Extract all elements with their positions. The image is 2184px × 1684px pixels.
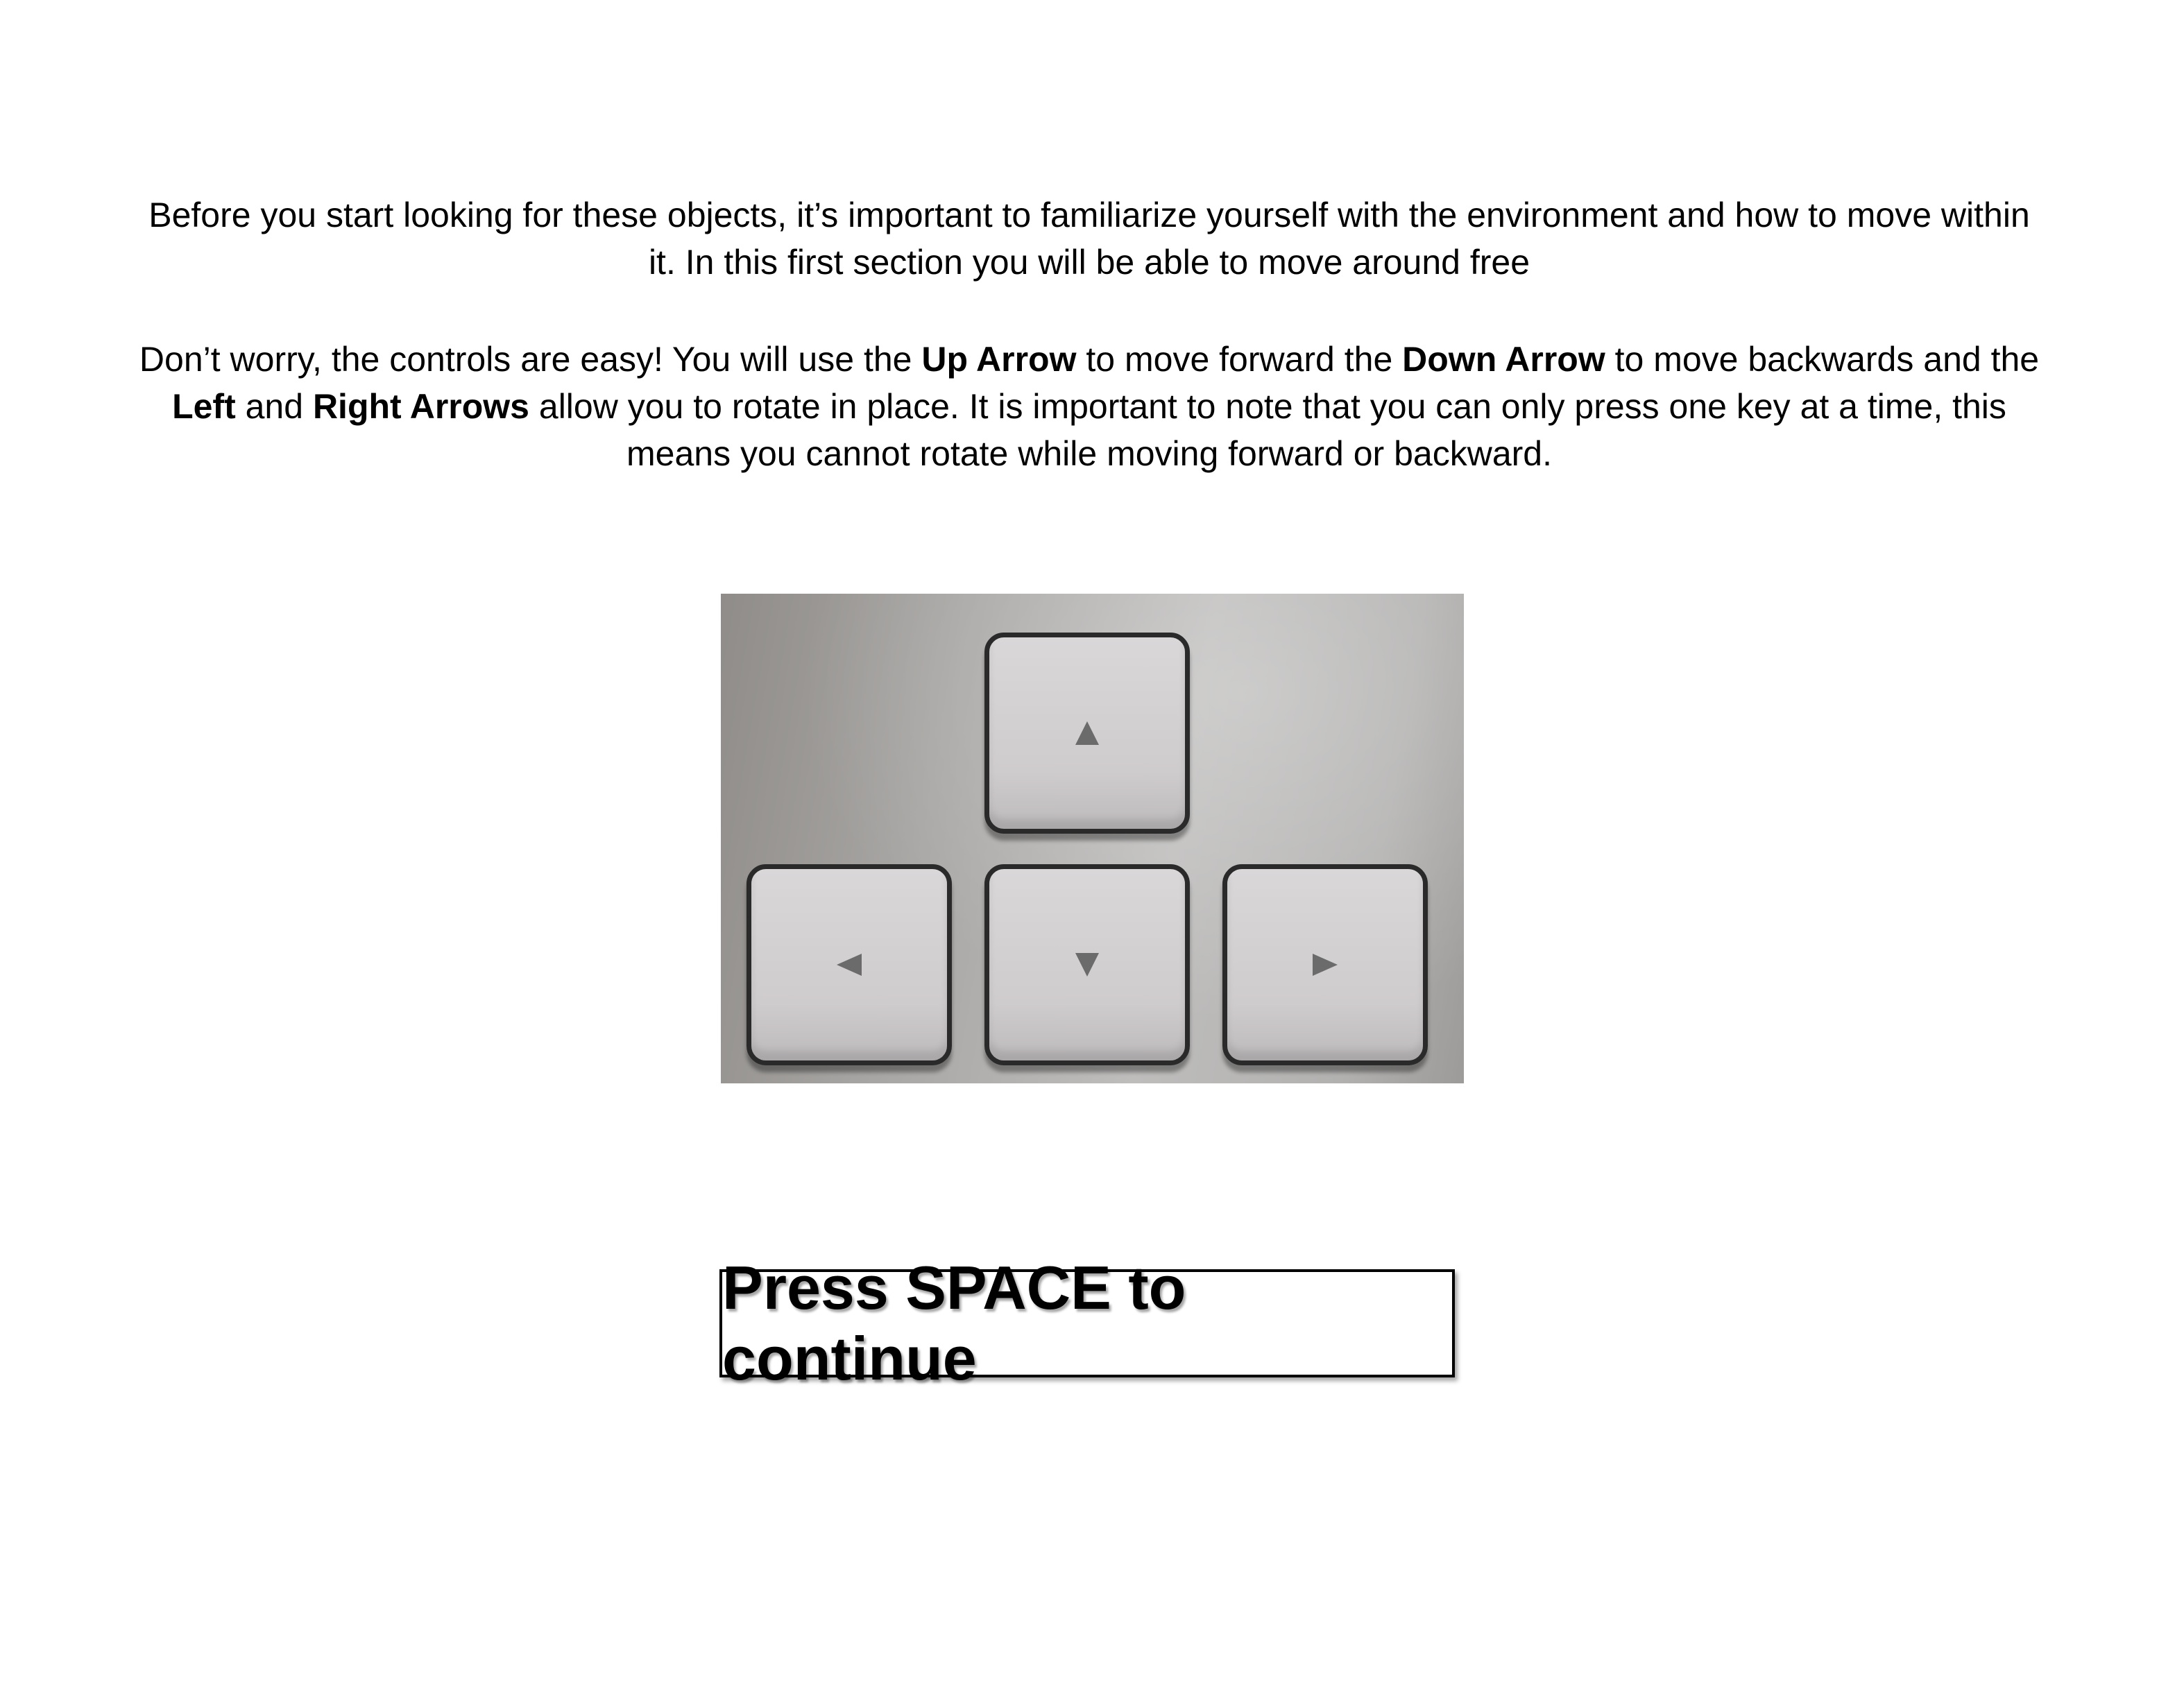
controls-text: to move forward the <box>1076 340 1403 379</box>
right-arrow-icon <box>1313 954 1338 976</box>
down-arrow-key <box>984 864 1190 1065</box>
continue-button-label: Press SPACE to continue <box>722 1253 1186 1393</box>
left-arrow-label: Left <box>172 387 236 426</box>
controls-text: to move backwards and the <box>1605 340 2040 379</box>
controls-text: allow you to rotate in place. It is impo… <box>529 387 2006 473</box>
continue-button[interactable]: Press SPACE to continue <box>719 1253 1455 1393</box>
instructions-paragraph-1: Before you start looking for these objec… <box>148 196 2030 282</box>
right-arrows-label: Right Arrows <box>312 387 529 426</box>
up-arrow-key <box>984 633 1190 834</box>
arrow-keys-photo <box>721 594 1464 1083</box>
left-arrow-key <box>747 864 952 1065</box>
down-arrow-label: Down Arrow <box>1402 340 1605 379</box>
right-arrow-key <box>1222 864 1428 1065</box>
instructions-paragraph-2: Don’t worry, the controls are easy! You … <box>139 336 2040 477</box>
up-arrow-label: Up Arrow <box>921 340 1077 379</box>
up-arrow-icon <box>1075 721 1099 745</box>
controls-text: and <box>235 387 313 426</box>
left-arrow-icon <box>837 954 862 976</box>
controls-text: Don’t worry, the controls are easy! You … <box>139 340 922 379</box>
down-arrow-icon <box>1075 953 1099 977</box>
